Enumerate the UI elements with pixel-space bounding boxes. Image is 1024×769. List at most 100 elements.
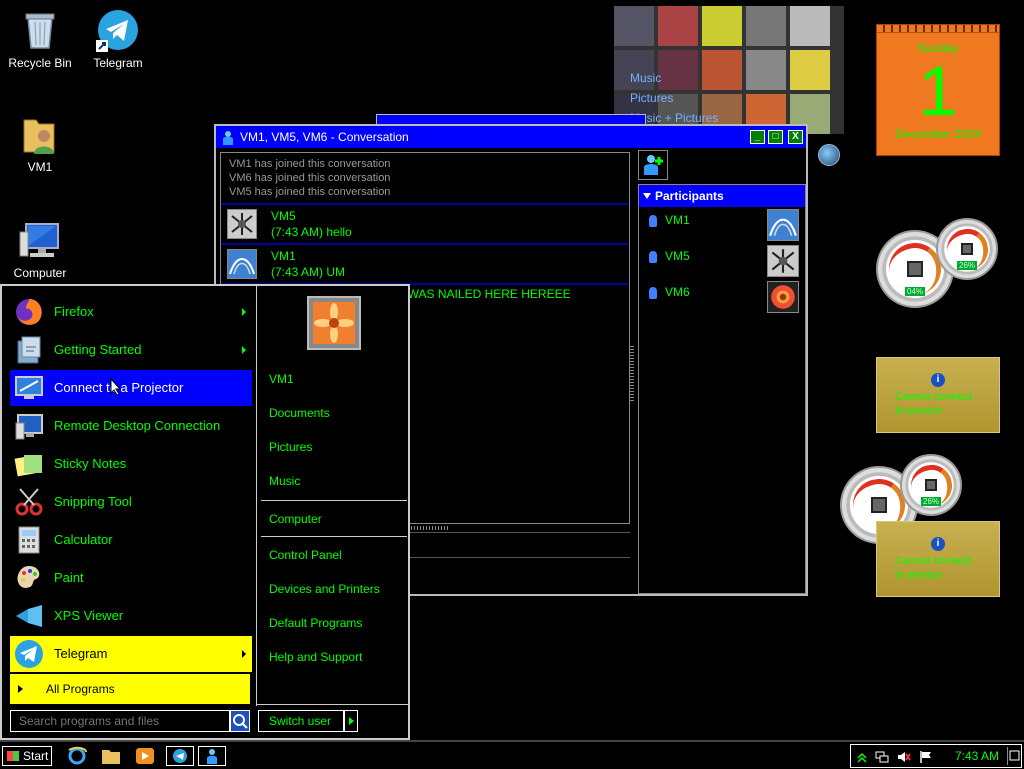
weather-gadget[interactable]: i Cannot connect to service [876,357,1000,433]
search-button[interactable] [230,710,250,732]
place-computer[interactable]: Computer [269,512,322,526]
minimize-button[interactable]: _ [750,130,765,144]
participant-row[interactable]: VM1 [639,209,805,245]
participants-panel: Participants VM1 VM5 VM6 [638,184,806,594]
avatar [767,281,799,313]
all-programs-button[interactable]: All Programs [10,674,250,704]
memory-dial: 26% [936,218,998,280]
shutdown-options-button[interactable] [344,710,358,732]
memory-dial: 26% [900,454,962,516]
network-icon[interactable] [875,750,889,764]
media-menu-pictures[interactable]: Pictures [630,88,718,108]
person-icon [649,215,657,227]
cpu-chip-icon [871,497,887,513]
participant-row[interactable]: VM6 [639,281,805,317]
submenu-arrow-icon [242,346,246,354]
avatar [227,249,257,279]
menu-item-sticky-notes[interactable]: Sticky Notes [10,446,252,482]
media-player-icon[interactable] [134,746,156,766]
close-button[interactable]: X [788,130,803,144]
message-sender: VM1 [271,249,296,263]
cpu-chip-icon [907,261,923,277]
desktop-icon-label: VM1 [27,160,53,174]
scissors-icon [14,487,44,517]
memory-percent: 26% [956,260,978,270]
weather-gadget[interactable]: i Cannot connect to service [876,521,1000,597]
taskbar-clock[interactable]: 7:43 AM [955,749,999,763]
place-user[interactable]: VM1 [269,372,294,386]
participants-header[interactable]: Participants [639,185,805,207]
menu-item-calculator[interactable]: Calculator [10,522,252,558]
start-button[interactable]: Start [2,746,52,766]
menu-item-firefox[interactable]: Firefox [10,294,252,330]
start-menu-places: VM1 Documents Pictures Music Computer Co… [256,286,408,706]
menu-item-remote-desktop[interactable]: Remote Desktop Connection [10,408,252,444]
windows-orb-icon[interactable] [818,144,840,166]
horizontal-splitter[interactable] [408,526,448,530]
menu-item-snipping-tool[interactable]: Snipping Tool [10,484,252,520]
message-text: (7:43 AM) hello [271,225,352,239]
avatar [767,245,799,277]
place-control-panel[interactable]: Control Panel [269,548,342,562]
xps-viewer-icon [14,601,44,631]
place-pictures[interactable]: Pictures [269,440,312,454]
menu-item-getting-started[interactable]: Getting Started [10,332,252,368]
show-hidden-icons-button[interactable] [855,750,869,764]
show-desktop-button[interactable] [1007,747,1020,765]
separator [261,536,407,537]
sticky-notes-icon [14,449,44,479]
desktop-icon-computer[interactable]: Computer [0,218,80,280]
participant-name: VM5 [665,249,690,263]
system-message: VM1 has joined this conversation [229,158,391,170]
chat-message: VM1 (7:43 AM) UM [221,243,629,283]
taskbar: Start 7:43 AM [0,740,1024,768]
splitter-handle[interactable] [630,346,634,402]
add-participant-button[interactable] [638,150,668,180]
place-documents[interactable]: Documents [269,406,330,420]
bottom-separator [256,704,408,705]
user-picture[interactable] [307,296,361,350]
submenu-arrow-icon [242,308,246,316]
search-input[interactable] [10,710,230,732]
desktop-icon-label: Recycle Bin [8,56,72,70]
cpu-percent: 04% [904,286,926,296]
window-title: VM1, VM5, VM6 - Conversation [240,130,409,144]
calendar-gadget[interactable]: Sunday 1 December 2024 [876,24,1000,156]
volume-muted-icon[interactable] [897,750,911,764]
submenu-arrow-icon [242,650,246,658]
paint-palette-icon [14,563,44,593]
start-menu[interactable]: Firefox Getting Started Connect to a Pro… [0,284,410,740]
separator [261,500,407,501]
start-menu-programs: Firefox Getting Started Connect to a Pro… [6,290,252,706]
avatar [227,209,257,239]
window-titlebar[interactable]: VM1, VM5, VM6 - Conversation _ □ X [216,126,806,148]
telegram-taskbar-button[interactable] [166,746,194,766]
media-center-gadget[interactable]: Music Pictures Music + Pictures [614,6,844,134]
person-icon [649,251,657,263]
desktop-icon-telegram[interactable]: Telegram [78,8,158,70]
messenger-icon [222,130,234,145]
media-tile [746,6,786,46]
place-help-support[interactable]: Help and Support [269,650,362,664]
media-menu-music[interactable]: Music [630,68,718,88]
menu-item-xps-viewer[interactable]: XPS Viewer [10,598,252,634]
switch-user-button[interactable]: Switch user [258,710,344,732]
message-sender: VM5 [271,209,296,223]
place-devices-printers[interactable]: Devices and Printers [269,582,380,596]
place-music[interactable]: Music [269,474,300,488]
place-default-programs[interactable]: Default Programs [269,616,362,630]
calculator-icon [14,525,44,555]
menu-item-telegram[interactable]: Telegram [10,636,252,672]
maximize-button[interactable]: □ [768,130,783,144]
messenger-taskbar-button[interactable] [198,746,226,766]
weather-message: Cannot connect to service [895,555,973,581]
menu-item-connect-projector[interactable]: Connect to a Projector [10,370,252,406]
participant-row[interactable]: VM5 [639,245,805,281]
desktop-icon-recycle-bin[interactable]: Recycle Bin [0,8,80,70]
action-center-flag-icon[interactable] [919,750,933,764]
desktop-icon-vm1[interactable]: VM1 [0,112,80,174]
avatar [767,209,799,241]
file-explorer-icon[interactable] [100,746,122,766]
internet-explorer-icon[interactable] [66,746,88,766]
menu-item-paint[interactable]: Paint [10,560,252,596]
